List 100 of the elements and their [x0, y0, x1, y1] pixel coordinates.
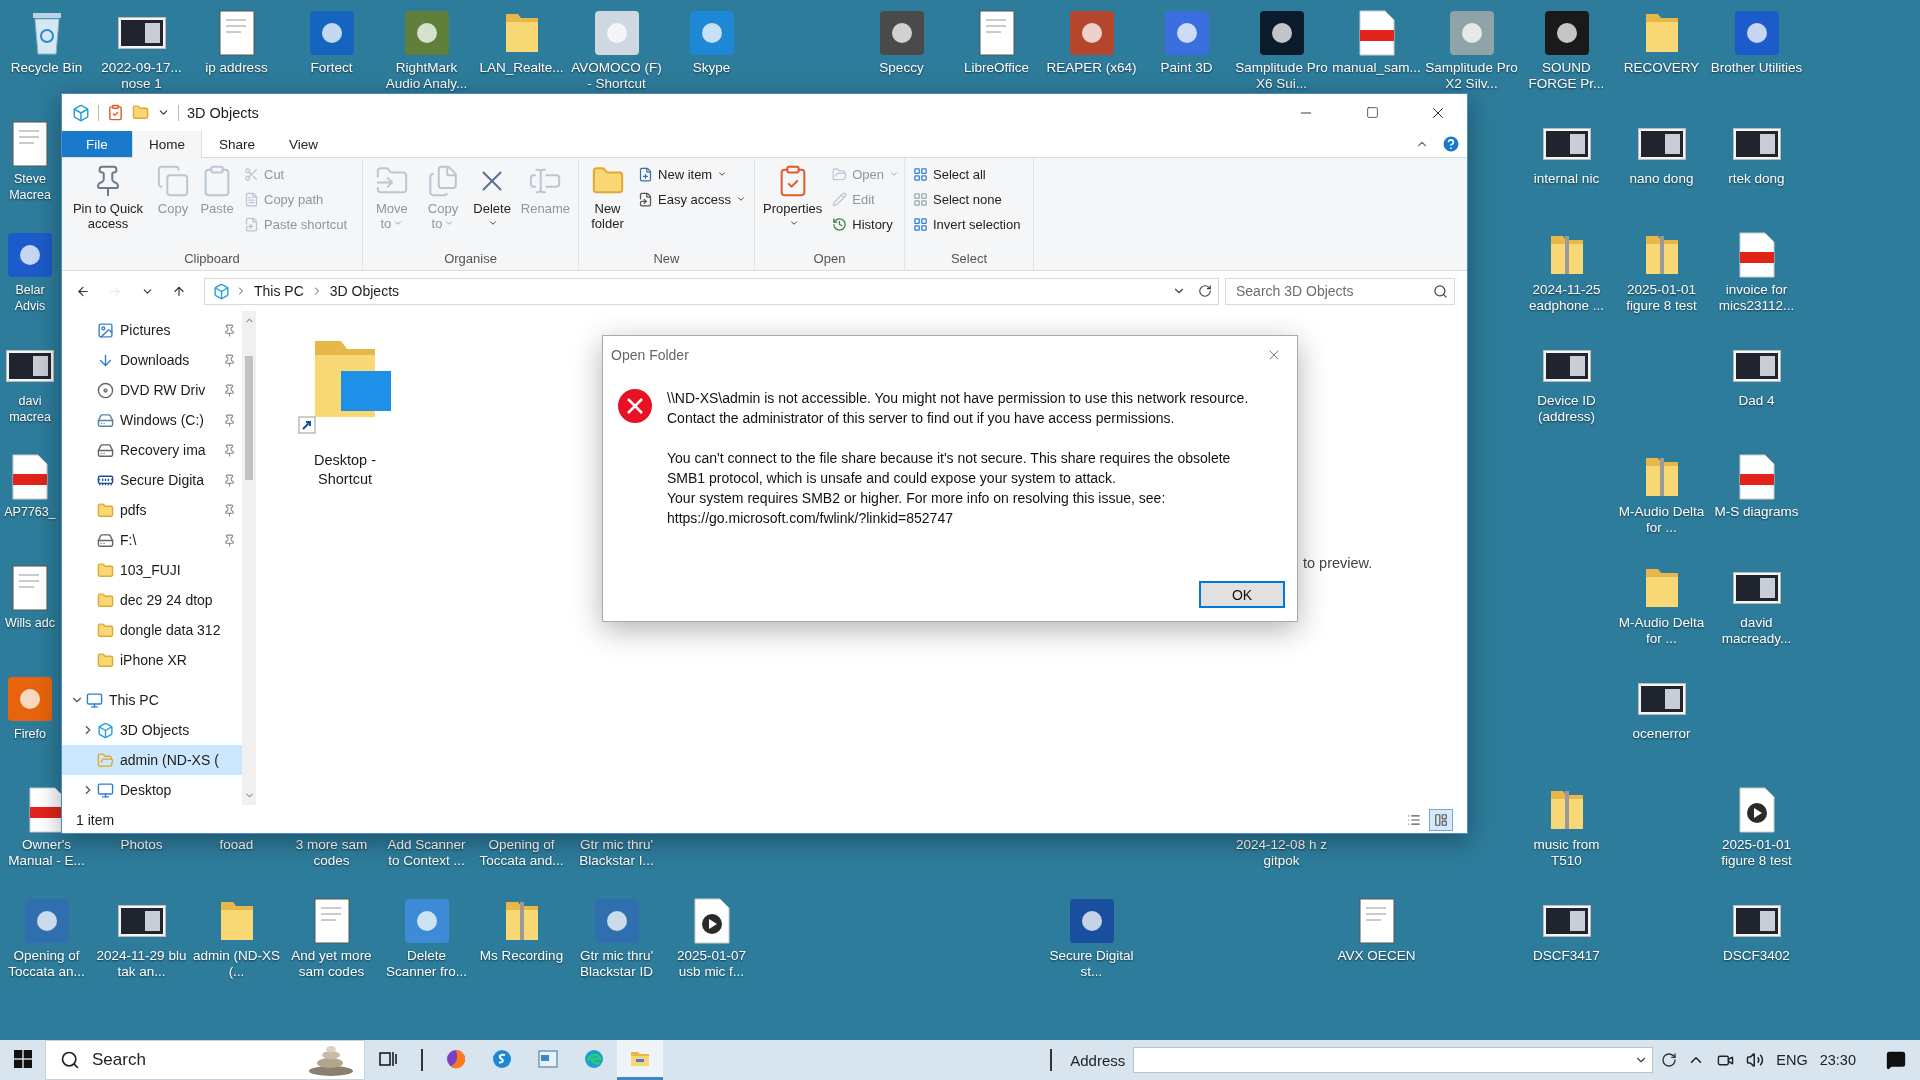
icon-label[interactable]: Samplitude Pro X2 Silv... [1425, 60, 1518, 92]
app-icon[interactable] [1544, 11, 1589, 55]
document-icon[interactable] [1358, 898, 1395, 944]
image-thumbnail-icon[interactable] [6, 350, 54, 382]
properties-icon[interactable] [107, 104, 124, 121]
ribbon-button[interactable]: Select all [909, 162, 1025, 186]
document-icon[interactable] [313, 898, 350, 944]
document-icon[interactable] [12, 121, 48, 167]
icon-label[interactable]: Ms Recording [479, 948, 564, 964]
icon-label[interactable]: 2024-12-08 h z gitpok [1235, 837, 1328, 869]
nav-item[interactable]: This PC [62, 685, 242, 715]
icon-label[interactable]: 3 more sam codes [285, 837, 378, 869]
clock[interactable]: 23:30 [1819, 1052, 1856, 1068]
icon-label[interactable]: Add Scanner to Context ... [380, 837, 473, 869]
file-menu-button[interactable]: File [62, 131, 132, 157]
ribbon-button[interactable]: Invert selection [909, 212, 1025, 236]
video-file-icon[interactable] [1738, 787, 1775, 833]
icon-label[interactable]: Gtr mic thru' Blackstar ID [570, 948, 663, 980]
app-icon[interactable] [8, 233, 52, 277]
icon-label[interactable]: Samplitude Pro X6 Sui... [1235, 60, 1328, 92]
address-toolbar-field[interactable] [1133, 1047, 1654, 1073]
pdf-file-icon[interactable] [1738, 232, 1775, 278]
nav-item[interactable]: dec 29 24 dtop [62, 585, 242, 615]
refresh-icon[interactable] [1661, 1052, 1678, 1068]
icon-label[interactable]: rtek dong [1728, 171, 1785, 187]
icon-label[interactable]: Firefo [14, 726, 46, 742]
icon-label[interactable]: Gtr mic thru' Blackstar I... [570, 837, 663, 869]
nav-item[interactable]: 3D Objects [62, 715, 242, 745]
icon-label[interactable]: 2025-01-01 figure 8 test [1615, 282, 1708, 314]
nav-item[interactable]: 103_FUJI [62, 555, 242, 585]
image-thumbnail-icon[interactable] [117, 17, 166, 49]
file-name[interactable]: Desktop - Shortcut [295, 451, 395, 489]
ribbon-button[interactable]: Easy access [634, 187, 750, 211]
document-icon[interactable] [978, 10, 1015, 56]
language-indicator[interactable]: ENG [1776, 1052, 1808, 1068]
large-icons-icon[interactable] [1434, 813, 1448, 827]
taskbar-search-field[interactable]: Search [90, 1049, 296, 1071]
help-icon[interactable] [1441, 134, 1461, 154]
icon-label[interactable]: Device ID (address) [1520, 393, 1613, 425]
icon-label[interactable]: internal nic [1533, 171, 1600, 187]
scrollbar-thumb[interactable] [245, 356, 253, 480]
icon-label[interactable]: music from T510 [1520, 837, 1613, 869]
icon-label[interactable]: DSCF3417 [1533, 948, 1600, 964]
search-box[interactable]: Search 3D Objects [1225, 277, 1455, 305]
icon-label[interactable]: DSCF3402 [1723, 948, 1790, 964]
ribbon-button[interactable]: Properties [759, 162, 827, 233]
icon-label[interactable]: RECOVERY [1623, 60, 1700, 76]
select-none-icon[interactable] [913, 191, 928, 207]
icon-label[interactable]: M-Audio Delta for ... [1615, 615, 1708, 647]
icon-label[interactable]: ocenerror [1632, 726, 1691, 742]
breadcrumb[interactable]: 3D Objects [327, 283, 402, 299]
volume-icon[interactable] [1746, 1051, 1765, 1069]
icon-label[interactable]: Paint 3D [1160, 60, 1213, 76]
select-all-icon[interactable] [913, 166, 928, 182]
ribbon-tab[interactable]: Home [132, 131, 202, 158]
icon-label[interactable]: Opening of Toccata and... [475, 837, 568, 869]
search-icon[interactable] [60, 1050, 80, 1070]
nav-item[interactable]: pdfs [62, 495, 242, 525]
image-thumbnail-icon[interactable] [1637, 128, 1686, 160]
document-icon[interactable] [12, 565, 48, 611]
icon-label[interactable]: Brother Utilities [1710, 60, 1803, 76]
icon-label[interactable]: ip address [205, 60, 268, 76]
ribbon-tab[interactable]: View [272, 131, 336, 157]
icon-label[interactable]: david macready... [1710, 615, 1803, 647]
task-view-icon[interactable] [379, 1049, 397, 1068]
icon-label[interactable]: Fortect [310, 60, 353, 76]
taskbar-search-box[interactable]: Search [45, 1040, 365, 1080]
document-icon[interactable] [218, 10, 255, 56]
app-icon[interactable] [879, 11, 924, 55]
icon-label[interactable]: Skype [692, 60, 731, 76]
icon-label[interactable]: SOUND FORGE Pr... [1520, 60, 1613, 92]
image-thumbnail-icon[interactable] [1637, 683, 1686, 715]
cube-icon[interactable] [72, 103, 90, 122]
ribbon-button[interactable]: Pin to Quick access [66, 162, 150, 233]
maximize-icon[interactable] [1365, 106, 1379, 119]
nav-item[interactable]: Recovery ima [62, 435, 242, 465]
invert-selection-icon[interactable] [913, 216, 928, 232]
icon-label[interactable]: invoice for mics23112... [1710, 282, 1803, 314]
app-icon[interactable] [1069, 899, 1114, 943]
nav-item[interactable]: Desktop [62, 775, 242, 805]
icon-label[interactable]: davi macrea [0, 393, 60, 425]
pdf-file-icon[interactable] [1738, 454, 1775, 500]
icon-label[interactable]: AVOMOCO (F) - Shortcut [570, 60, 663, 92]
notifications-icon[interactable] [1886, 1050, 1906, 1070]
icon-label[interactable]: And yet more sam codes [285, 948, 378, 980]
icon-label[interactable]: LAN_Realte... [479, 60, 564, 76]
icon-label[interactable]: Photos [120, 837, 163, 853]
icon-label[interactable]: 2024-11-29 blu tak an... [95, 948, 188, 980]
icon-label[interactable]: Secure Digital st... [1045, 948, 1138, 980]
nav-item[interactable]: Pictures [62, 315, 242, 345]
icon-label[interactable]: M-Audio Delta for ... [1615, 504, 1708, 536]
icon-label[interactable]: LibreOffice [963, 60, 1029, 76]
icon-label[interactable]: nano dong [1629, 171, 1694, 187]
caret-icon[interactable] [788, 218, 799, 228]
image-thumbnail-icon[interactable] [1542, 128, 1591, 160]
image-thumbnail-icon[interactable] [1732, 128, 1781, 160]
list-icon[interactable] [1407, 813, 1421, 827]
pdf-file-icon[interactable] [12, 454, 48, 500]
app-icon[interactable] [1259, 11, 1304, 55]
large-icons-view-button[interactable] [1429, 809, 1453, 831]
